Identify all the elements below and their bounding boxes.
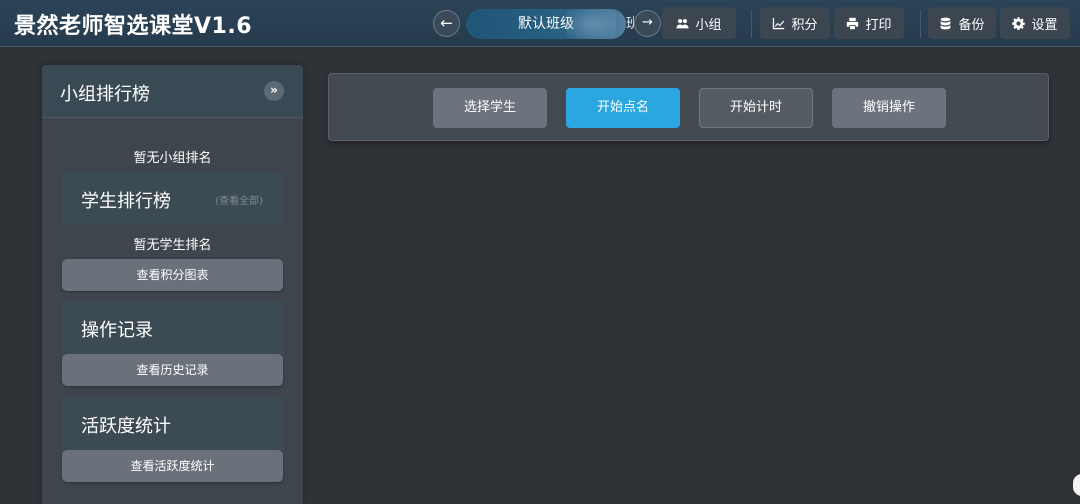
printer-icon <box>847 17 859 29</box>
users-icon <box>676 18 690 28</box>
next-class-peek: 班级 <box>626 16 634 32</box>
gear-icon <box>1012 16 1026 30</box>
operation-log-header: 操作记录 <box>62 301 283 354</box>
action-toolbar: 选择学生 开始点名 开始计时 撤销操作 <box>328 73 1049 141</box>
select-student-button[interactable]: 选择学生 <box>433 88 547 128</box>
undo-button[interactable]: 撤销操作 <box>832 88 946 128</box>
next-class-button[interactable]: → <box>634 10 661 37</box>
app-header: 景然老师智选课堂V1.6 ← 默认班级 班级 → 小组 积分 打印 <box>0 0 1080 47</box>
class-slide-highlight <box>566 9 616 39</box>
points-button[interactable]: 积分 <box>760 7 830 39</box>
start-timer-button[interactable]: 开始计时 <box>699 88 813 128</box>
collapse-sidebar-button[interactable]: » <box>264 81 284 101</box>
student-ranking-header: 学生排行榜 (查看全部) <box>62 172 283 225</box>
header-divider <box>751 10 752 38</box>
view-activity-stats-button[interactable]: 查看活跃度统计 <box>62 450 283 482</box>
settings-button-label: 设置 <box>1031 17 1058 33</box>
sidebar: 小组排行榜 » 暂无小组排名 学生排行榜 (查看全部) 暂无学生排名 查看积分图… <box>42 65 303 504</box>
points-button-label: 积分 <box>791 17 818 33</box>
start-roll-call-button[interactable]: 开始点名 <box>566 88 680 128</box>
prev-class-button[interactable]: ← <box>433 10 460 37</box>
group-button[interactable]: 小组 <box>662 7 736 39</box>
student-ranking-title: 学生排行榜 <box>81 191 171 212</box>
print-button[interactable]: 打印 <box>834 7 904 39</box>
floating-handle[interactable] <box>1071 472 1080 498</box>
settings-button[interactable]: 设置 <box>1000 7 1070 39</box>
backup-button-label: 备份 <box>958 17 985 33</box>
database-icon <box>941 17 951 29</box>
print-button-label: 打印 <box>865 17 892 33</box>
activity-stats-header: 活跃度统计 <box>62 397 283 450</box>
view-points-chart-button[interactable]: 查看积分图表 <box>62 259 283 291</box>
group-ranking-header: 小组排行榜 » <box>42 65 303 118</box>
view-history-button[interactable]: 查看历史记录 <box>62 354 283 386</box>
app-title: 景然老师智选课堂V1.6 <box>14 14 252 39</box>
class-selector[interactable]: 默认班级 班级 <box>466 9 634 39</box>
activity-stats-title: 活跃度统计 <box>81 416 171 437</box>
header-divider <box>920 10 921 38</box>
group-button-label: 小组 <box>695 17 722 33</box>
operation-log-title: 操作记录 <box>81 320 153 341</box>
student-ranking-empty: 暂无学生排名 <box>133 238 212 253</box>
backup-button[interactable]: 备份 <box>928 7 996 39</box>
view-all-students-link[interactable]: (查看全部) <box>215 192 263 207</box>
group-ranking-empty: 暂无小组排名 <box>133 151 212 166</box>
line-chart-icon <box>773 17 785 29</box>
group-ranking-title: 小组排行榜 <box>60 84 150 105</box>
